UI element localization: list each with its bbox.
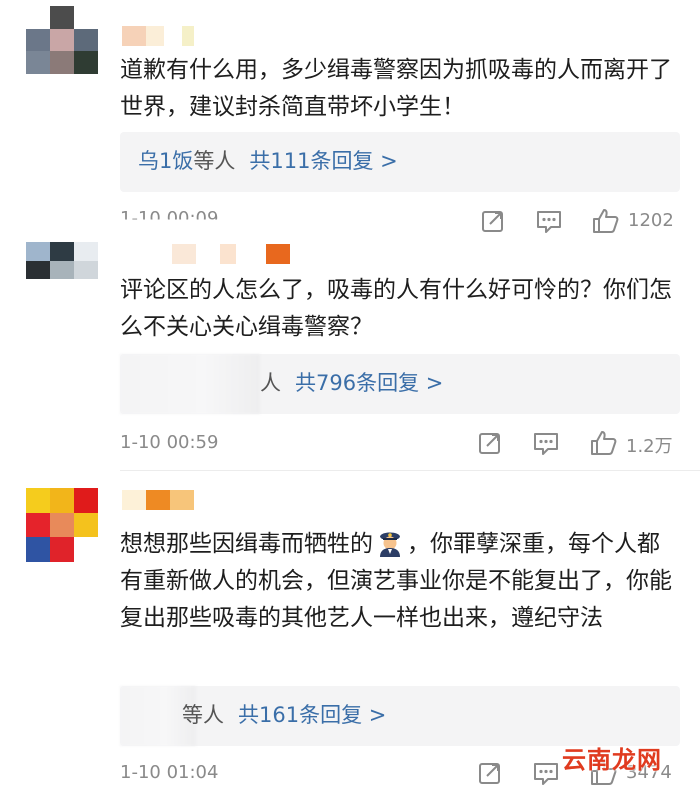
reply-user-name[interactable]: 乌1饭: [138, 149, 193, 173]
like-count: 1.2万: [626, 436, 673, 457]
divider: [120, 470, 700, 471]
reply-count-link[interactable]: 共111条回复 >: [249, 149, 397, 173]
reply-users-suffix: 等人: [193, 149, 236, 173]
reply-count-link[interactable]: 共161条回复 >: [238, 703, 386, 727]
timestamp: 1-10 00:59: [120, 432, 219, 453]
reply-count-link[interactable]: 共796条回复 >: [295, 371, 443, 395]
comment-text: 评论区的人怎么了，吸毒的人有什么好可怜的？你们怎么不关心关心缉毒警察？: [120, 277, 672, 340]
watermark-logo: 云南龙网: [562, 740, 700, 784]
avatar[interactable]: [26, 242, 98, 298]
comment-footer: 1-10 00:59 1.2万: [120, 426, 680, 462]
avatar[interactable]: [26, 488, 98, 562]
comment-footer: 1-10 00:09 1202: [120, 204, 680, 240]
timestamp: 1-10 00:09: [120, 208, 219, 229]
comment-text: 想想那些因缉毒而牺牲的 ，你罪孽深重，每个人都有重新做人的机会，但演艺事业你是不…: [120, 526, 680, 637]
username-blurred[interactable]: [172, 244, 290, 264]
watermark-text: 云南龙网: [562, 746, 662, 774]
comment-text-part1: 想想那些因缉毒而牺牲的: [120, 531, 373, 557]
comment-icon[interactable]: [531, 428, 561, 458]
reply-summary[interactable]: 乌1饭等人 共111条回复 >: [120, 132, 680, 192]
timestamp: 1-10 01:04: [120, 762, 219, 783]
comment-icon[interactable]: [534, 206, 564, 236]
share-icon[interactable]: [475, 428, 505, 458]
username-blurred[interactable]: [122, 26, 194, 46]
reply-summary[interactable]: 人共796条回复 >: [120, 354, 680, 414]
police-emoji-icon: [380, 532, 400, 557]
reply-summary[interactable]: 等人 共161条回复 >: [120, 686, 680, 746]
like-count: 1202: [628, 210, 674, 231]
share-icon[interactable]: [478, 206, 508, 236]
avatar[interactable]: [26, 6, 98, 74]
comment-text: 道歉有什么用，多少缉毒警察因为抓吸毒的人而离开了世界，建议封杀简直带坏小学生！: [120, 57, 672, 120]
reply-users-suffix: 等人: [182, 703, 224, 727]
thumbs-up-icon[interactable]: [590, 206, 620, 236]
thumbs-up-icon[interactable]: [588, 428, 618, 458]
reply-users-suffix: 人: [260, 371, 281, 395]
username-blurred[interactable]: [122, 490, 194, 510]
